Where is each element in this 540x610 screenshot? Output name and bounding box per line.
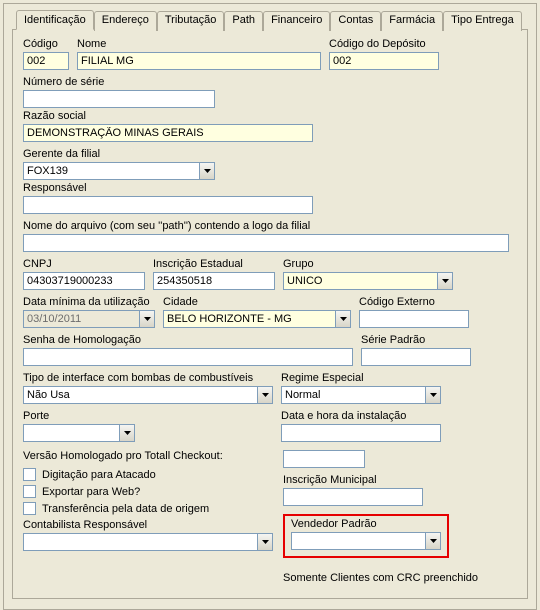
chevron-down-icon[interactable]	[257, 534, 272, 550]
chevron-down-icon[interactable]	[425, 533, 440, 549]
transferencia-data-checkbox[interactable]: Transferência pela data de origem	[23, 502, 283, 515]
razao-social-label: Razão social	[23, 110, 313, 122]
tab-farmacia[interactable]: Farmácia	[381, 11, 443, 31]
tab-path[interactable]: Path	[224, 11, 263, 31]
digitacao-atacado-label: Digitação para Atacado	[42, 469, 156, 481]
responsavel-input[interactable]	[23, 196, 313, 214]
tab-strip: Identificação Endereço Tributação Path F…	[16, 10, 528, 30]
nome-arquivo-input[interactable]	[23, 234, 509, 252]
data-hora-instalacao-input[interactable]	[281, 424, 441, 442]
cnpj-label: CNPJ	[23, 258, 145, 270]
grupo-combo[interactable]	[283, 272, 453, 290]
cidade-input[interactable]	[164, 311, 335, 327]
tab-financeiro[interactable]: Financeiro	[263, 11, 330, 31]
inscricao-estadual-input[interactable]	[153, 272, 275, 290]
tipo-interface-input[interactable]	[24, 387, 257, 403]
vendedor-padrao-input[interactable]	[292, 533, 425, 549]
contabilista-combo[interactable]	[23, 533, 273, 551]
chevron-down-icon[interactable]	[257, 387, 272, 403]
tipo-interface-combo[interactable]	[23, 386, 273, 404]
porte-combo[interactable]	[23, 424, 135, 442]
tab-tipo-entrega[interactable]: Tipo Entrega	[443, 11, 522, 31]
regime-especial-label: Regime Especial	[281, 372, 441, 384]
regime-especial-combo[interactable]	[281, 386, 441, 404]
codigo-deposito-label: Código do Depósito	[329, 38, 439, 50]
data-hora-instalacao-label: Data e hora da instalação	[281, 410, 441, 422]
serie-padrao-label: Série Padrão	[361, 334, 471, 346]
inscricao-municipal-label: Inscrição Municipal	[283, 474, 423, 486]
grupo-input[interactable]	[284, 273, 437, 289]
tab-tributacao[interactable]: Tributação	[157, 11, 225, 31]
codigo-input[interactable]	[23, 52, 69, 70]
main-panel: Identificação Endereço Tributação Path F…	[3, 3, 537, 610]
chevron-down-icon[interactable]	[437, 273, 452, 289]
chevron-down-icon[interactable]	[139, 311, 154, 327]
gerente-filial-combo[interactable]	[23, 162, 215, 180]
numero-serie-label: Número de série	[23, 76, 215, 88]
chevron-down-icon[interactable]	[119, 425, 134, 441]
checkbox-icon	[23, 485, 36, 498]
grupo-label: Grupo	[283, 258, 453, 270]
inscricao-estadual-label: Inscrição Estadual	[153, 258, 275, 270]
codigo-externo-input[interactable]	[359, 310, 469, 328]
cnpj-input[interactable]	[23, 272, 145, 290]
codigo-deposito-input[interactable]	[329, 52, 439, 70]
regime-especial-input[interactable]	[282, 387, 425, 403]
codigo-label: Código	[23, 38, 69, 50]
codigo-externo-label: Código Externo	[359, 296, 469, 308]
serie-padrao-input[interactable]	[361, 348, 471, 366]
contabilista-input[interactable]	[24, 534, 257, 550]
contabilista-label: Contabilista Responsável	[23, 519, 273, 531]
chevron-down-icon[interactable]	[425, 387, 440, 403]
tipo-interface-label: Tipo de interface com bombas de combustí…	[23, 372, 273, 384]
senha-homolog-label: Senha de Homologação	[23, 334, 353, 346]
numero-serie-input[interactable]	[23, 90, 215, 108]
versao-homolog-label: Versão Homologado pro Totall Checkout:	[23, 450, 283, 462]
data-minima-input[interactable]	[24, 311, 139, 327]
nome-label: Nome	[77, 38, 321, 50]
gerente-filial-label: Gerente da filial	[23, 148, 215, 160]
razao-social-input[interactable]	[23, 124, 313, 142]
tab-body: Código Nome Código do Depósito Número de…	[12, 29, 528, 599]
porte-label: Porte	[23, 410, 135, 422]
tab-identificacao[interactable]: Identificação	[16, 10, 94, 30]
chevron-down-icon[interactable]	[335, 311, 350, 327]
transferencia-data-label: Transferência pela data de origem	[42, 503, 209, 515]
cidade-label: Cidade	[163, 296, 351, 308]
versao-homolog-input[interactable]	[283, 450, 365, 468]
inscricao-municipal-input[interactable]	[283, 488, 423, 506]
nome-arquivo-label: Nome do arquivo (com seu ''path'') conte…	[23, 220, 509, 232]
exportar-web-checkbox[interactable]: Exportar para Web?	[23, 485, 283, 498]
vendedor-padrao-highlight: Vendedor Padrão	[283, 514, 449, 558]
vendedor-padrao-label: Vendedor Padrão	[291, 518, 441, 530]
data-minima-combo[interactable]	[23, 310, 155, 328]
tab-contas[interactable]: Contas	[330, 11, 381, 31]
somente-clientes-label: Somente Clientes com CRC preenchido	[283, 572, 503, 584]
porte-input[interactable]	[24, 425, 119, 441]
exportar-web-label: Exportar para Web?	[42, 486, 140, 498]
checkbox-icon	[23, 468, 36, 481]
digitacao-atacado-checkbox[interactable]: Digitação para Atacado	[23, 468, 283, 481]
cidade-combo[interactable]	[163, 310, 351, 328]
checkbox-icon	[23, 502, 36, 515]
senha-homolog-input[interactable]	[23, 348, 353, 366]
chevron-down-icon[interactable]	[199, 163, 214, 179]
tab-endereco[interactable]: Endereço	[94, 11, 157, 31]
data-minima-label: Data mínima da utilização	[23, 296, 155, 308]
nome-input[interactable]	[77, 52, 321, 70]
gerente-filial-input[interactable]	[24, 163, 199, 179]
responsavel-label: Responsável	[23, 182, 313, 194]
